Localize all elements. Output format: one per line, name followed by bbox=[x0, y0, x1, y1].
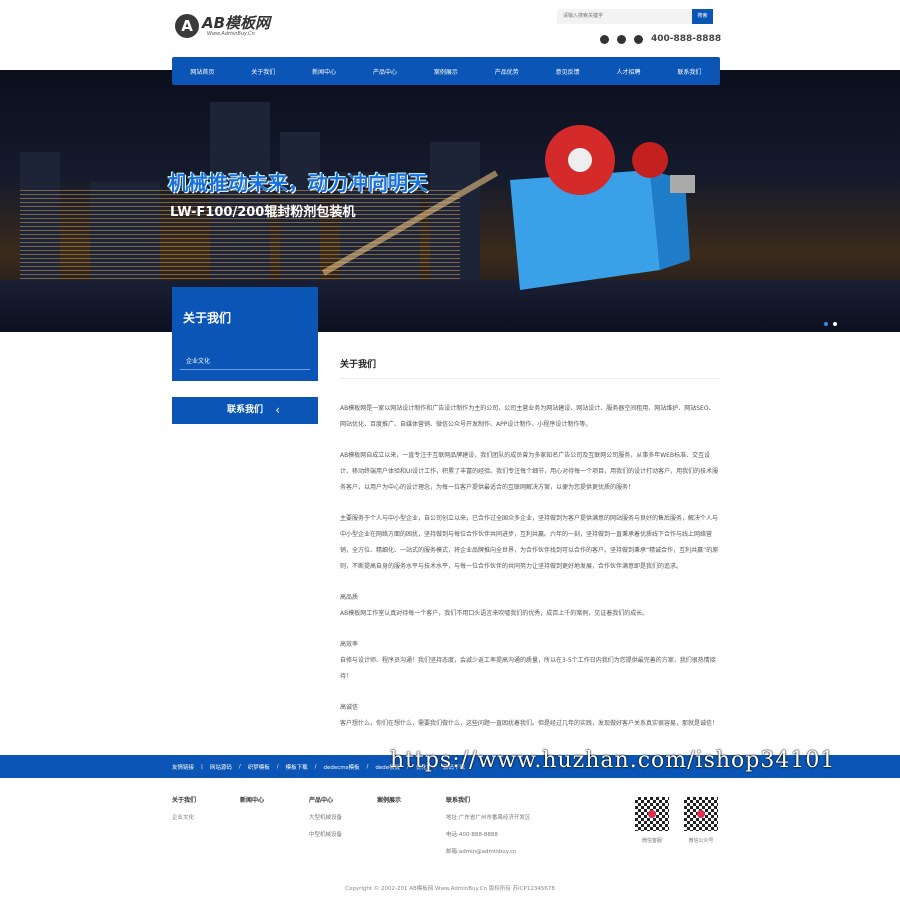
contact-us-button[interactable]: 联系我们 ‹ bbox=[172, 397, 318, 424]
friend-links-label: 友情链接 bbox=[172, 764, 195, 771]
search-bar: 搜索 bbox=[557, 9, 713, 24]
section-title: 高诚信 bbox=[340, 704, 359, 711]
carousel-dots[interactable] bbox=[824, 322, 837, 326]
qr-wechat-account: 微信公众号 bbox=[683, 797, 719, 844]
search-button[interactable]: 搜索 bbox=[692, 9, 713, 24]
nav-item-feedback[interactable]: 意见反馈 bbox=[556, 67, 580, 76]
qq-icon[interactable] bbox=[600, 34, 609, 44]
section-title: 高效率 bbox=[340, 641, 359, 648]
search-input[interactable] bbox=[557, 9, 692, 24]
hero-banner bbox=[0, 70, 900, 332]
friend-link[interactable]: 模板下载 bbox=[286, 763, 308, 771]
nav-item-home[interactable]: 网站首页 bbox=[190, 67, 214, 76]
chevron-left-icon: ‹ bbox=[275, 403, 280, 417]
footer-address: 地址:广东省广州市番禺经济开发区 bbox=[446, 815, 531, 821]
qr-code-icon bbox=[684, 797, 718, 831]
logo-mark-icon: A bbox=[175, 14, 199, 38]
wechat-icon[interactable] bbox=[617, 34, 626, 44]
friend-link[interactable]: 网站源码 bbox=[210, 763, 232, 771]
footer-col-title[interactable]: 产品中心 bbox=[309, 795, 342, 804]
main-content: 关于我们 AB模板网是一家以网站设计制作和广告设计制作为主的公司，公司主营业务为… bbox=[340, 357, 720, 747]
logo-text: AB模板网 bbox=[202, 14, 271, 32]
friend-link[interactable]: dedecms模板 bbox=[324, 763, 360, 771]
qr-wechat-service: 微信客服 bbox=[634, 797, 670, 844]
nav-item-contact[interactable]: 联系我们 bbox=[677, 67, 701, 76]
main-nav: 网站首页 关于我们 新闻中心 产品中心 案例展示 产品优势 意见反馈 人才招聘 … bbox=[172, 57, 720, 85]
nav-item-jobs[interactable]: 人才招聘 bbox=[617, 67, 641, 76]
hero-title: 机械推动未来，动力冲向明天 bbox=[168, 171, 428, 195]
footer-col-title[interactable]: 关于我们 bbox=[172, 795, 196, 804]
paragraph: 主要服务于个人与中小型企业，自公司创立以来，已合作过全国众多企业，坚持做到为客户… bbox=[340, 515, 719, 570]
nav-item-cases[interactable]: 案例展示 bbox=[434, 67, 458, 76]
logo[interactable]: A AB模板网 Www.AdminBuy.Cn bbox=[175, 14, 270, 38]
footer-col-title[interactable]: 新闻中心 bbox=[240, 795, 264, 804]
phone-number: 400-888-8888 bbox=[651, 34, 722, 44]
hero-subtitle: LW-F100/200辊封粉剂包装机 bbox=[170, 205, 356, 220]
sidebar-title: 关于我们 bbox=[183, 311, 232, 325]
nav-item-about[interactable]: 关于我们 bbox=[251, 67, 275, 76]
nav-item-products[interactable]: 产品中心 bbox=[373, 67, 397, 76]
paragraph: AB模板网自成立以来，一直专注于互联网品牌建设，我们团队的成员曾为多家知名广告公… bbox=[340, 452, 719, 491]
watermark: https://www.huzhan.com/ishop34101 bbox=[390, 748, 836, 773]
paragraph: AB模板网是一家以网站设计制作和广告设计制作为主的公司，公司主营业务为网站建设、… bbox=[340, 405, 715, 428]
section-title: 高品质 bbox=[340, 594, 359, 601]
sidebar-item-culture[interactable]: 企业文化 bbox=[186, 356, 210, 365]
crusher-machine-image bbox=[510, 125, 695, 290]
section-text: 客户想什么，你们在想什么，需要我们做什么，这些问题一直困扰着我们。但是经过几年的… bbox=[340, 720, 719, 727]
copyright: Copyright © 2002-201 AB模板网 Www.AdminBuy.… bbox=[345, 886, 555, 892]
footer-phone: 电话:400-888-8888 bbox=[446, 832, 498, 838]
qr-code-icon bbox=[635, 797, 669, 831]
footer-link[interactable]: 中型机械设备 bbox=[309, 830, 342, 838]
footer-email: 邮箱:admin@adminbuy.cn bbox=[446, 849, 517, 855]
section-text: AB模板网工作室认真对待每一个客户，我们不用口头语言来吹嘘我们的优秀，成百上千的… bbox=[340, 610, 649, 617]
footer-col-title[interactable]: 案例展示 bbox=[377, 795, 401, 804]
contact-row: 400-888-8888 bbox=[600, 34, 721, 44]
footer-link[interactable]: 企业文化 bbox=[172, 813, 196, 821]
section-text: 自修与设计师、程序员沟通！我们坚持态度，会减少返工率提高沟通的质量，所以在3-5… bbox=[340, 657, 716, 680]
phone-icon bbox=[634, 34, 643, 44]
contact-us-label: 联系我们 bbox=[226, 405, 263, 415]
friend-link[interactable]: 织梦模板 bbox=[248, 763, 270, 771]
nav-item-advantages[interactable]: 产品优势 bbox=[495, 67, 519, 76]
nav-item-news[interactable]: 新闻中心 bbox=[312, 67, 336, 76]
footer-link[interactable]: 大型机械设备 bbox=[309, 813, 342, 821]
content-title: 关于我们 bbox=[340, 357, 720, 379]
footer-col-title[interactable]: 联系我们 bbox=[446, 795, 530, 804]
sidebar-box: 关于我们 企业文化 bbox=[172, 287, 318, 381]
